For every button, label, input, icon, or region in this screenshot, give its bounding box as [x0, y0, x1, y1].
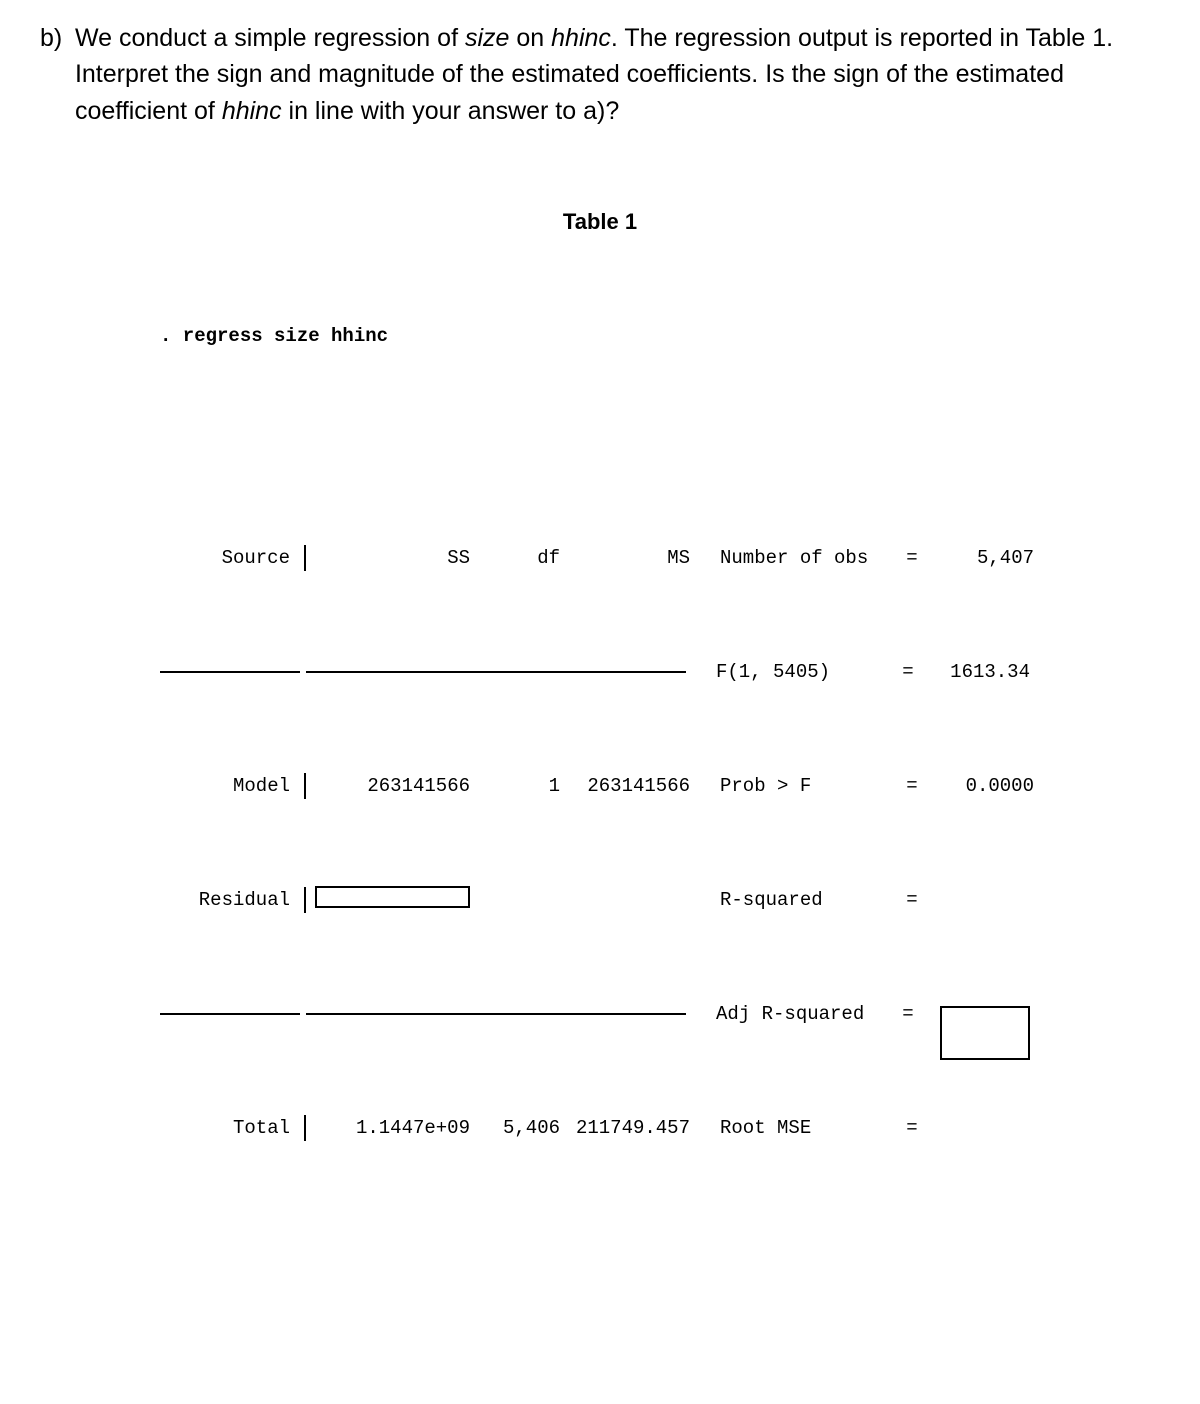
anova-rule-row-2: Adj R-squared =: [160, 1001, 1160, 1027]
stat-nobs-eq: =: [900, 547, 924, 569]
vrule: [304, 545, 306, 571]
stat-probf-val: 0.0000: [924, 775, 1034, 797]
header-df: df: [470, 547, 560, 569]
header-ms: MS: [560, 547, 690, 569]
model-df: 1: [470, 775, 560, 797]
var-hhinc-2: hhinc: [222, 97, 282, 125]
model-label: Model: [160, 775, 300, 797]
stat-adjr2-label: Adj R-squared: [716, 1003, 896, 1025]
stat-rmse-label: Root MSE: [720, 1117, 900, 1139]
total-label: Total: [160, 1117, 300, 1139]
total-df: 5,406: [470, 1117, 560, 1139]
stata-command: . regress size hhinc: [160, 325, 1160, 347]
total-ss: 1.1447e+09: [310, 1117, 470, 1139]
residual-label: Residual: [160, 889, 300, 911]
stat-probf-label: Prob > F: [720, 775, 900, 797]
anova-header-row: Source SS df MS Number of obs = 5,407: [160, 545, 1160, 571]
question-label: b): [40, 20, 68, 56]
stat-f-label: F(1, 5405): [716, 661, 896, 683]
residual-ss-redacted: [310, 886, 470, 914]
stat-r2-label: R-squared: [720, 889, 900, 911]
stat-adjr2-eq: =: [896, 1003, 920, 1025]
anova-block: Source SS df MS Number of obs = 5,407 F(…: [160, 457, 1160, 1207]
stat-nobs-val: 5,407: [924, 547, 1034, 569]
question-b: b) We conduct a simple regression of siz…: [40, 20, 1160, 129]
vrule: [304, 773, 306, 799]
anova-total-row: Total 1.1447e+09 5,406 211749.457 Root M…: [160, 1115, 1160, 1141]
header-source: Source: [160, 547, 300, 569]
table-title: Table 1: [40, 209, 1160, 235]
stata-output: . regress size hhinc Source SS df MS Num…: [160, 259, 1160, 1404]
stat-rmse-eq: =: [900, 1117, 924, 1139]
vrule: [304, 1115, 306, 1141]
model-ms: 263141566: [560, 775, 690, 797]
vrule: [304, 887, 306, 913]
anova-residual-row: Residual R-squared =: [160, 887, 1160, 913]
total-ms: 211749.457: [560, 1117, 690, 1139]
stat-r2-eq: =: [900, 889, 924, 911]
redacted-box: [315, 886, 470, 908]
coef-block: size Coefficient Std. err. t P>|t| [95% …: [160, 1397, 1160, 1404]
anova-model-row: Model 263141566 1 263141566 Prob > F = 0…: [160, 773, 1160, 799]
var-hhinc: hhinc: [551, 24, 611, 52]
stat-f-eq: =: [896, 661, 920, 683]
stat-probf-eq: =: [900, 775, 924, 797]
var-size: size: [465, 24, 509, 52]
header-ss: SS: [310, 547, 470, 569]
question-text: We conduct a simple regression of size o…: [75, 20, 1155, 129]
stat-f-val: 1613.34: [920, 661, 1030, 683]
stat-nobs-label: Number of obs: [720, 547, 900, 569]
anova-rule-row-1: F(1, 5405) = 1613.34: [160, 659, 1160, 685]
redacted-box: [940, 1006, 1030, 1060]
model-ss: 263141566: [310, 775, 470, 797]
